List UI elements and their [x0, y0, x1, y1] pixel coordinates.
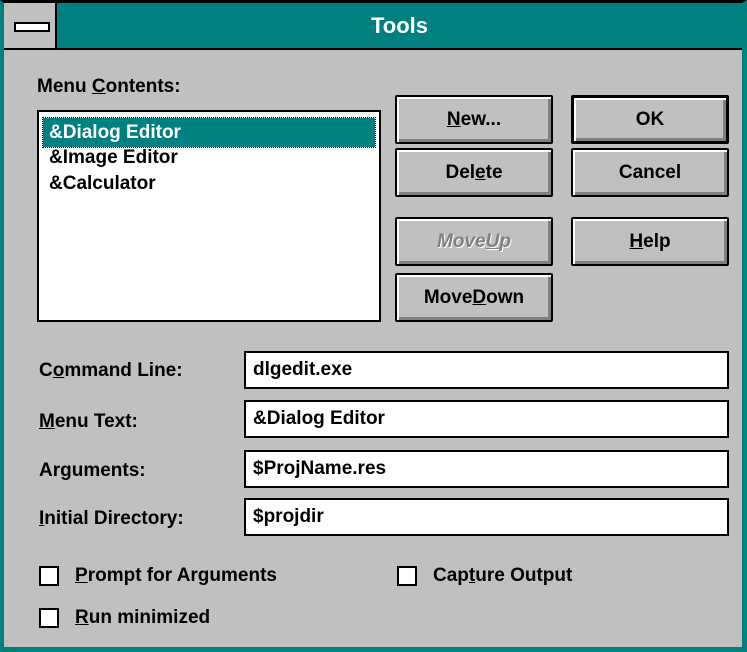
- checkbox-box[interactable]: [397, 566, 417, 586]
- prompt-for-arguments-label: Prompt for Arguments: [75, 565, 277, 586]
- cancel-button[interactable]: Cancel: [571, 148, 729, 197]
- command-line-label: Command Line:: [39, 360, 183, 381]
- prompt-for-arguments-checkbox[interactable]: Prompt for Arguments: [39, 565, 277, 587]
- menu-text-input[interactable]: &Dialog Editor: [244, 400, 729, 438]
- system-menu-button[interactable]: [4, 3, 57, 48]
- title-bar: Tools: [4, 3, 742, 50]
- menu-contents-label: Menu Contents:: [37, 76, 181, 97]
- menu-text-label: Menu Text:: [39, 411, 138, 432]
- new-button[interactable]: New...: [395, 95, 553, 144]
- menu-contents-listbox[interactable]: &Dialog Editor &Image Editor &Calculator: [37, 110, 381, 322]
- window-title: Tools: [370, 13, 429, 38]
- move-up-button[interactable]: Move Up: [395, 217, 553, 266]
- initial-directory-input[interactable]: $projdir: [244, 498, 729, 536]
- list-item-calculator[interactable]: &Calculator: [43, 173, 375, 199]
- move-down-button[interactable]: Move Down: [395, 273, 553, 322]
- capture-output-label: Capture Output: [433, 565, 573, 586]
- checkbox-box[interactable]: [39, 566, 59, 586]
- checkbox-box[interactable]: [39, 608, 59, 628]
- command-line-input[interactable]: dlgedit.exe: [244, 351, 729, 389]
- run-minimized-label: Run minimized: [75, 607, 211, 628]
- delete-button[interactable]: Del e te: [395, 148, 553, 197]
- arguments-label: Arguments:: [39, 460, 146, 481]
- capture-output-checkbox[interactable]: Capture Output: [397, 565, 572, 587]
- ok-button[interactable]: OK: [571, 95, 729, 144]
- initial-directory-label: Initial Directory:: [39, 508, 184, 529]
- arguments-input[interactable]: $ProjName.res: [244, 450, 729, 488]
- list-item-dialog-editor[interactable]: &Dialog Editor: [42, 117, 376, 148]
- run-minimized-checkbox[interactable]: Run minimized: [39, 607, 210, 629]
- list-item-image-editor[interactable]: &Image Editor: [43, 147, 375, 173]
- system-menu-icon: [14, 22, 50, 32]
- tools-dialog: Tools Menu Contents: &Dialog Editor &Ima…: [0, 0, 747, 652]
- help-button[interactable]: Help: [571, 217, 729, 266]
